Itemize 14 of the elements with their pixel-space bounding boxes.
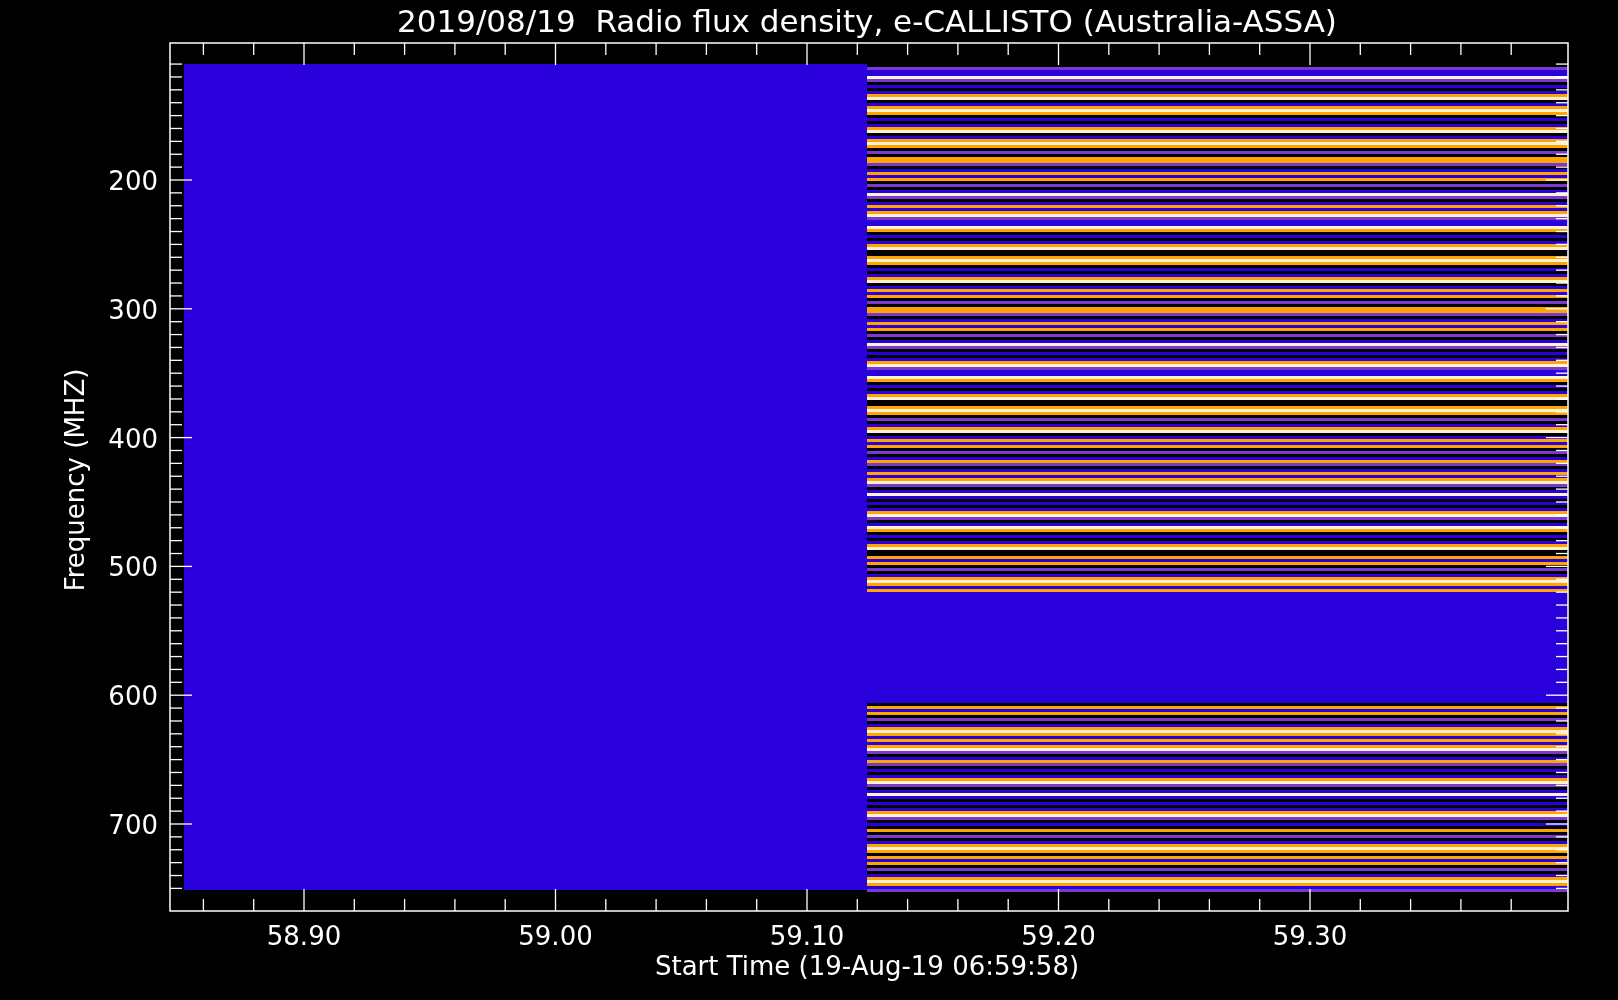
tick-label: 600 [108,681,158,712]
tick-label: 200 [108,166,158,196]
tick-label: 300 [108,294,158,325]
tick-label: 400 [108,423,158,454]
tick-label: 59.00 [518,921,593,951]
tick-label: 59.30 [1272,921,1348,951]
axis-label: Frequency (MHZ) [60,368,90,592]
tick-label: 59.10 [769,921,845,951]
tick-label: 59.20 [1021,921,1096,951]
axis-label: Start Time (19-Aug-19 06:59:58) [654,951,1080,981]
tick-label: 500 [108,552,158,583]
tick-label: 700 [108,810,158,840]
chart-title: 2019/08/19 Radio flux density, e-CALLISTO (Australia-ASSA) [397,3,1337,39]
tick-label: 58.90 [266,921,342,951]
